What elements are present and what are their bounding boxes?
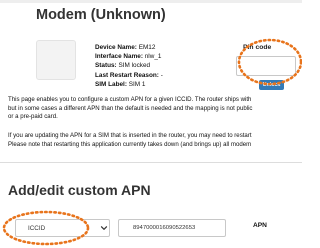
info-row-status: Status: SIM locked <box>95 62 151 70</box>
pin-code-label: Pin code <box>243 44 272 51</box>
iccid-value: 8947000016090522653 <box>133 225 196 231</box>
identifier-type-value: ICCID <box>28 225 46 232</box>
chevron-down-icon <box>100 226 108 230</box>
description-paragraph-1: This page enables you to configure a cus… <box>8 96 253 120</box>
top-bar <box>0 0 302 3</box>
router-image <box>36 40 76 80</box>
annotation-overlay <box>2 38 302 246</box>
unlock-button[interactable]: Unlock <box>259 80 284 90</box>
apn-label: APN <box>253 222 267 229</box>
section-divider <box>0 162 302 163</box>
iccid-input[interactable]: 8947000016090522653 <box>118 219 226 237</box>
info-row-sim-label: SIM Label: SIM 1 <box>95 80 146 88</box>
identifier-type-select[interactable]: ICCID <box>15 219 110 237</box>
description-paragraph-2: If you are updating the APN for a SIM th… <box>8 132 252 148</box>
info-row-interface-name: Interface Name: nlw_1 <box>95 53 162 61</box>
info-row-device-name: Device Name: EM12 <box>95 44 156 51</box>
modem-title: Modem (Unknown) <box>36 7 166 23</box>
info-row-last-restart-reason: Last Restart Reason: - <box>95 71 163 79</box>
modem-info: Device Name: EM12 Interface Name: nlw_1 … <box>95 43 163 89</box>
pin-code-input[interactable] <box>236 56 296 76</box>
apn-section-title: Add/edit custom APN <box>8 182 151 198</box>
